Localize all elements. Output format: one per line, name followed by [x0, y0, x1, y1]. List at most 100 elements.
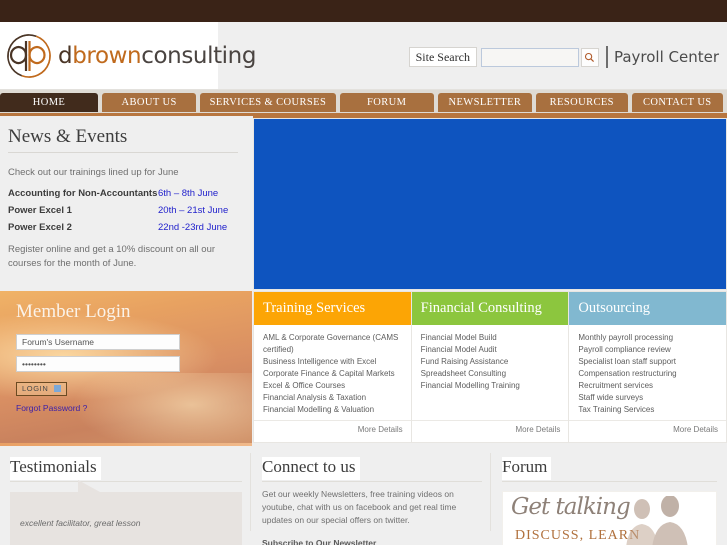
news-event-title: Power Excel 2 — [8, 222, 72, 233]
news-title: News & Events — [8, 126, 238, 153]
news-event-title: Power Excel 1 — [8, 205, 72, 216]
login-arrow-icon — [54, 385, 62, 392]
news-intro: Check out our trainings lined up for Jun… — [8, 167, 179, 178]
news-event-date: 6th – 8th June — [158, 188, 219, 199]
forum-rule — [502, 481, 717, 482]
people-silhouette-icon — [620, 495, 690, 545]
testimonials-title: Testimonials — [10, 457, 101, 480]
nav-list: HOME ABOUT US SERVICES & COURSES FORUM NEWSL… — [0, 90, 727, 112]
service-list-item[interactable]: Corporate Finance & Capital Markets — [263, 368, 403, 380]
service-list-item[interactable]: Financial Model Audit — [421, 344, 561, 356]
search-input[interactable] — [480, 47, 579, 67]
service-list-item[interactable]: Spreadsheet Consulting — [421, 368, 561, 380]
subscribe-newsletter-label[interactable]: Subscribe to Our Newsletter — [262, 538, 482, 545]
news-events-panel: News & Events Check out our trainings li… — [0, 116, 250, 291]
forum-title: Forum — [502, 457, 552, 480]
search-icon[interactable] — [580, 47, 599, 67]
nav-item-resources[interactable]: RESOURCES — [536, 93, 628, 112]
service-cards: Training Services AML & Corporate Governa… — [253, 291, 727, 443]
service-list-item[interactable]: Financial Modelling Training — [421, 380, 561, 392]
header-utilities: Site Search Payroll Center — [408, 46, 719, 68]
payroll-divider — [605, 46, 608, 68]
service-card-title: Training Services — [254, 292, 411, 325]
nav-item-forum[interactable]: FORUM — [339, 93, 434, 112]
nav-item-about-us[interactable]: ABOUT US — [101, 93, 197, 112]
service-list-item[interactable]: Financial Modelling & Valuation — [263, 404, 403, 416]
logo-text-d: d — [58, 42, 73, 69]
service-list-item[interactable]: Monthly payroll processing — [578, 332, 718, 344]
news-event-row: Power Excel 1 20th – 21st June — [8, 205, 238, 216]
service-card-list: AML & Corporate Governance (CAMS certifi… — [254, 325, 411, 420]
bottom-row: Testimonials excellent facilitator, grea… — [0, 443, 727, 545]
site-search-label: Site Search — [408, 47, 477, 67]
service-list-item[interactable]: AML & Corporate Governance (CAMS certifi… — [263, 332, 403, 355]
news-event-title: Accounting for Non-Accountants — [8, 188, 158, 199]
forum-banner-script: Get talking — [511, 494, 631, 520]
service-card: Training Services AML & Corporate Governa… — [253, 291, 412, 443]
news-footer: Register online and get a 10% discount o… — [8, 244, 216, 269]
hero-banner[interactable] — [253, 118, 727, 290]
news-list: Accounting for Non-Accountants 6th – 8th … — [8, 188, 238, 233]
top-brand-bar — [0, 0, 727, 22]
nav-item-contact-us[interactable]: CONTACT US — [631, 93, 723, 112]
more-details-link[interactable]: More Details — [254, 420, 411, 442]
service-list-item[interactable]: Fund Raising Assistance — [421, 356, 561, 368]
nav-item-newsletter[interactable]: NEWSLETTER — [437, 93, 533, 112]
password-input[interactable] — [16, 356, 180, 372]
more-details-link[interactable]: More Details — [569, 420, 727, 442]
login-button-label: LOGIN — [22, 384, 49, 393]
news-event-row: Power Excel 2 22nd -23rd June — [8, 222, 238, 233]
main-navigation: HOME ABOUT US SERVICES & COURSES FORUM NEWSL… — [0, 90, 727, 116]
service-list-item[interactable]: Compensation restructuring — [578, 368, 718, 380]
connect-title: Connect to us — [262, 457, 360, 480]
page-root: dbrownconsulting Site Search Payroll Cen… — [0, 0, 727, 545]
forum-panel: Forum Get talking DISCUSS, LEARN — [492, 443, 727, 545]
testimonial-quote: excellent facilitator, great lesson — [20, 518, 141, 528]
news-event-row: Accounting for Non-Accountants 6th – 8th … — [8, 188, 238, 199]
connect-panel: Connect to us Get our weekly Newsletters… — [252, 443, 492, 545]
testimonials-rule — [10, 481, 242, 482]
more-details-link[interactable]: More Details — [411, 420, 569, 442]
nav-item-services-courses[interactable]: SERVICES & COURSES — [200, 93, 336, 112]
username-input[interactable] — [16, 334, 180, 350]
service-card-title: Outsourcing — [569, 292, 727, 325]
site-logo[interactable]: dbrownconsulting — [0, 22, 256, 89]
service-list-item[interactable]: Tax Training Services — [578, 404, 718, 416]
news-event-date: 22nd -23rd June — [158, 222, 228, 233]
news-event-date: 20th – 21st June — [158, 205, 229, 216]
service-list-item[interactable]: Financial Model Build — [421, 332, 561, 344]
testimonial-bubble: excellent facilitator, great lesson — [10, 480, 242, 545]
services-row: Member Login LOGIN Forgot Password ? Tra… — [0, 291, 727, 443]
service-card-list: Monthly payroll processing Payroll compli… — [569, 325, 726, 420]
service-list-item[interactable]: Staff wide surveys — [578, 392, 718, 404]
service-card-title: Financial Consulting — [411, 292, 569, 325]
connect-body: Get our weekly Newsletters, free trainin… — [262, 489, 457, 525]
member-login-title: Member Login — [16, 301, 131, 322]
logo-wordmark: dbrownconsulting — [58, 43, 256, 69]
testimonials-panel: Testimonials excellent facilitator, grea… — [0, 443, 252, 545]
connect-rule — [262, 481, 482, 482]
service-card: Outsourcing Monthly payroll processing Pay… — [569, 291, 727, 443]
site-header: dbrownconsulting Site Search Payroll Cen… — [0, 22, 727, 90]
login-button[interactable]: LOGIN — [16, 381, 68, 396]
forum-banner[interactable]: Get talking DISCUSS, LEARN — [502, 491, 717, 545]
service-list-item[interactable]: Recruitment services — [578, 380, 718, 392]
db-monogram-icon — [6, 33, 52, 79]
bottom-divider-1 — [250, 453, 251, 531]
service-card-list: Financial Model Build Financial Model Aud… — [412, 325, 569, 420]
service-list-item[interactable]: Specialist loan staff support — [578, 356, 718, 368]
logo-text-consulting: consulting — [141, 42, 257, 69]
payroll-center-link[interactable]: Payroll Center — [605, 46, 719, 68]
logo-text-brown: brown — [72, 42, 142, 69]
nav-item-home[interactable]: HOME — [0, 93, 98, 112]
payroll-center-label: Payroll Center — [613, 48, 719, 66]
service-list-item[interactable]: Financial Analysis & Taxation — [263, 392, 403, 404]
member-login-panel: Member Login LOGIN Forgot Password ? — [0, 291, 252, 443]
hero-band: News & Events Check out our trainings li… — [0, 116, 727, 291]
service-list-item[interactable]: Payroll compliance review — [578, 344, 718, 356]
forgot-password-link[interactable]: Forgot Password ? — [16, 403, 252, 413]
service-list-item[interactable]: Business Intelligence with Excel — [263, 356, 403, 368]
bottom-divider-2 — [490, 453, 491, 531]
service-card: Financial Consulting Financial Model Buil… — [411, 291, 570, 443]
service-list-item[interactable]: Excel & Office Courses — [263, 380, 403, 392]
